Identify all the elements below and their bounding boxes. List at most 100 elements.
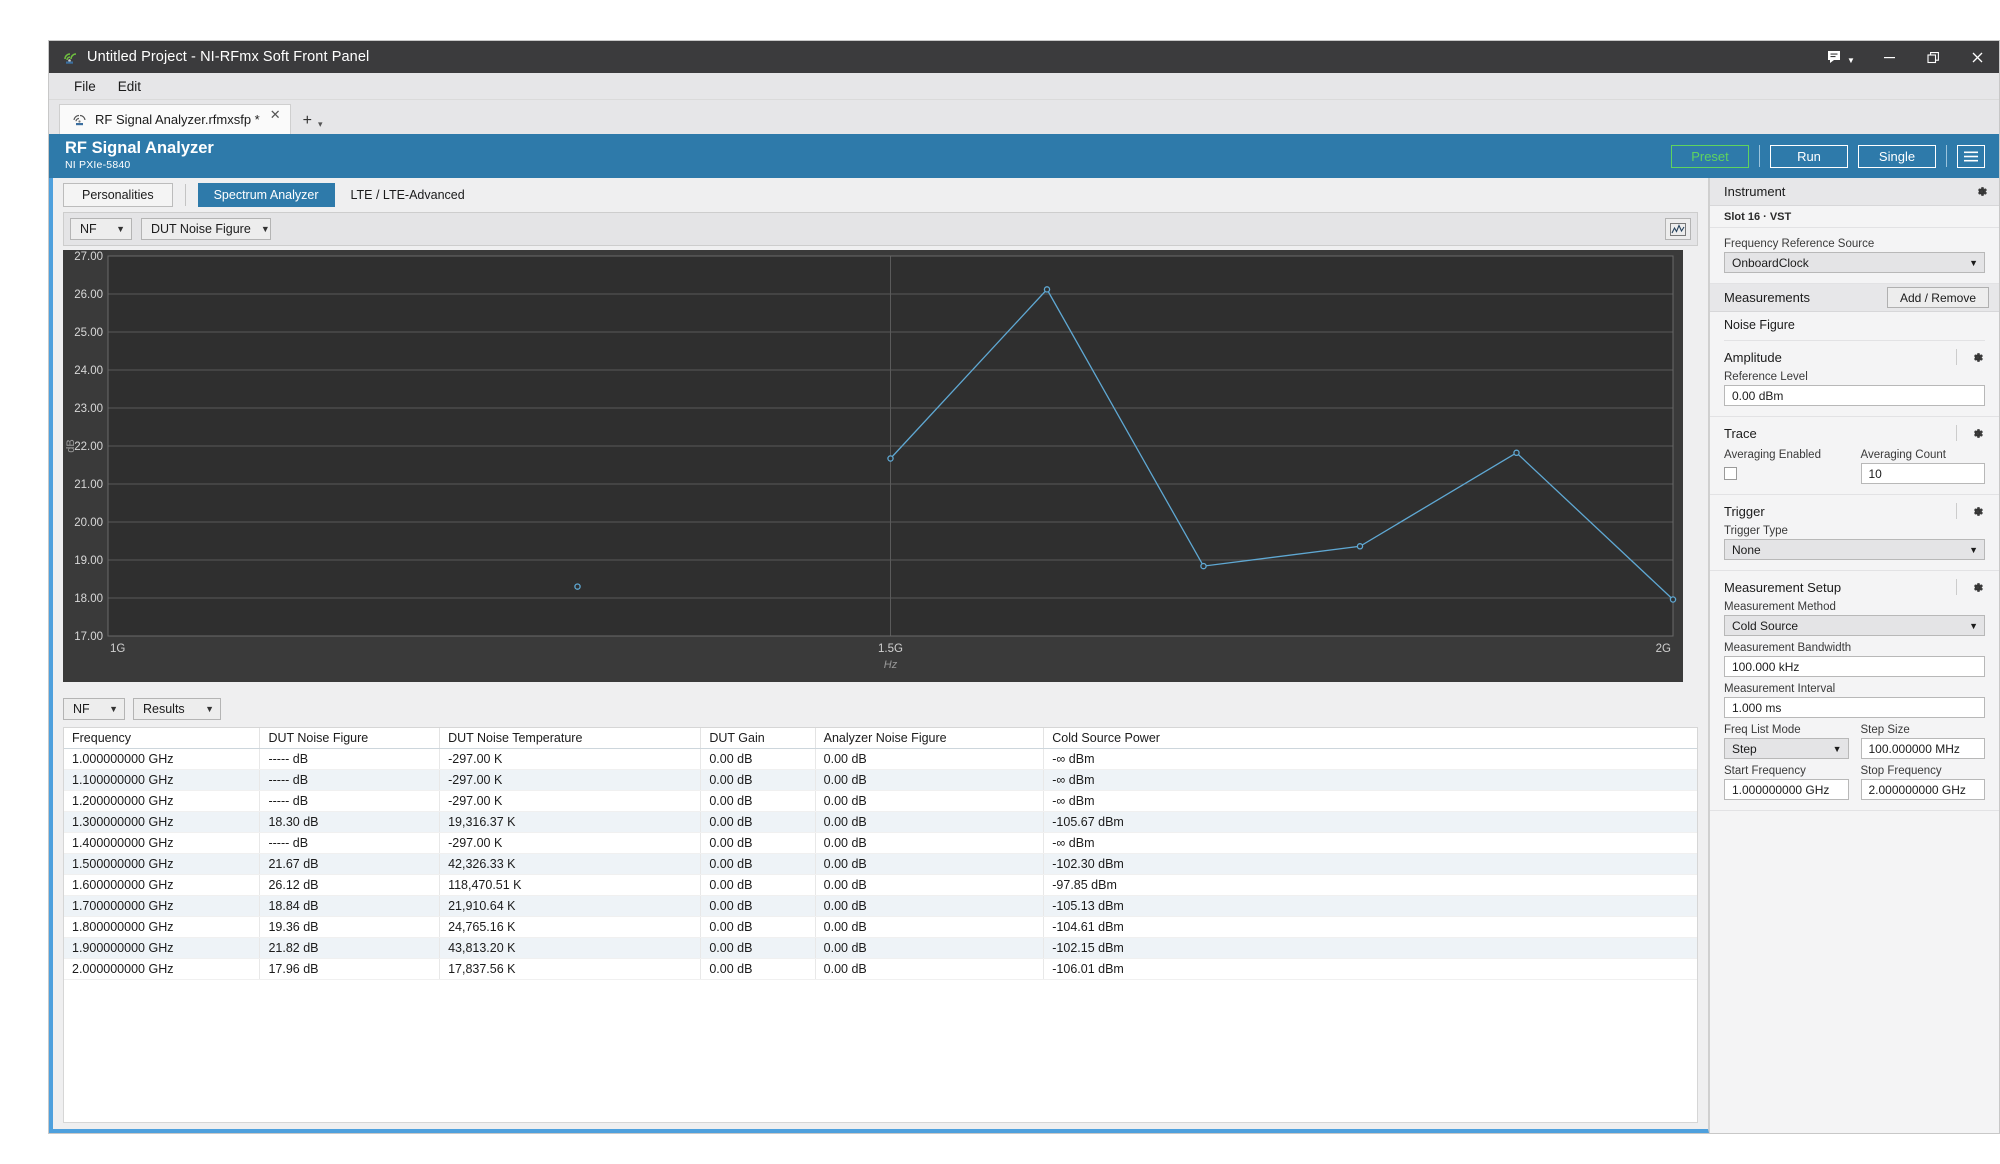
table-cell: 0.00 dB: [700, 937, 816, 959]
measurement-setup-header: Measurement Setup: [1724, 579, 1985, 595]
table-column-header[interactable]: DUT Gain: [700, 728, 816, 749]
measurement-setup-group: Measurement Setup Measurement Method Col…: [1710, 571, 1999, 811]
data-point: [1669, 596, 1677, 603]
menu-item-file[interactable]: File: [63, 76, 107, 97]
table-body: 1.000000000 GHz ----- dB -297.00 K 0.00 dB 0…: [64, 748, 1697, 980]
table-column-header[interactable]: DUT Noise Figure: [259, 728, 441, 749]
averaging-enabled-label: Averaging Enabled: [1724, 449, 1821, 461]
table-row[interactable]: 1.200000000 GHz ----- dB -297.00 K 0.00 dB 0…: [64, 790, 1697, 812]
x-axis-tick-label: 1G: [110, 643, 125, 655]
table-cell: -105.67 dBm: [1043, 811, 1697, 833]
document-tab[interactable]: RF Signal Analyzer.rfmxsfp * ✕: [59, 104, 291, 134]
waveform-graph-icon[interactable]: [1665, 218, 1691, 240]
chevron-down-icon: ▼: [1969, 257, 1978, 268]
table-column-header[interactable]: Frequency: [64, 728, 261, 749]
trigger-type-select[interactable]: None ▼: [1724, 539, 1985, 560]
table-cell: 0.00 dB: [815, 874, 1045, 896]
table-cell: 0.00 dB: [815, 853, 1045, 875]
measurements-section-header: Measurements Add / Remove: [1710, 284, 1999, 312]
table-row[interactable]: 1.500000000 GHz 21.67 dB 42,326.33 K 0.00 d…: [64, 853, 1697, 875]
table-row[interactable]: 1.000000000 GHz ----- dB -297.00 K 0.00 dB 0…: [64, 748, 1697, 770]
freq-list-mode-select[interactable]: Step ▼: [1724, 738, 1849, 759]
gear-icon[interactable]: [1973, 184, 1989, 200]
personalities-button[interactable]: Personalities: [63, 183, 173, 207]
hamburger-menu-icon[interactable]: [1957, 144, 1985, 168]
app-header: RF Signal Analyzer NI PXIe-5840 Preset R…: [49, 134, 1999, 178]
chevron-down-icon: ▼: [1832, 743, 1842, 754]
table-row[interactable]: 1.300000000 GHz 18.30 dB 19,316.37 K 0.00 d…: [64, 811, 1697, 833]
chevron-down-icon: ▼: [1969, 544, 1978, 555]
y-axis-tick-label: 20.00: [74, 517, 103, 529]
graph-measurement-select[interactable]: NF ▼: [70, 218, 132, 240]
feedback-icon[interactable]: ▼: [1815, 41, 1867, 73]
table-cell: 1.700000000 GHz: [64, 895, 261, 917]
table-cell: 21.82 dB: [259, 937, 441, 959]
table-cell: 0.00 dB: [815, 748, 1045, 770]
frequency-reference-source-select[interactable]: OnboardClock ▼: [1724, 252, 1985, 273]
graph-trace-select[interactable]: DUT Noise Figure ▼: [141, 218, 271, 240]
averaging-enabled-checkbox[interactable]: [1724, 467, 1737, 480]
table-cell: ----- dB: [259, 790, 441, 812]
table-row[interactable]: 1.900000000 GHz 21.82 dB 43,813.20 K 0.00 d…: [64, 937, 1697, 959]
gear-icon[interactable]: [1969, 425, 1985, 441]
gear-icon[interactable]: [1969, 579, 1985, 595]
start-frequency-field[interactable]: 1.000000000 GHz: [1724, 779, 1849, 800]
results-measurement-select[interactable]: NF ▼: [63, 698, 125, 720]
table-cell: 18.30 dB: [259, 811, 441, 833]
amplitude-group: Amplitude Reference Level 0.00 dBm: [1710, 341, 1999, 417]
chart-svg: 17.00 18.00 19.00 20.00 21.00 22.00 23.00 24.00…: [63, 250, 1683, 682]
close-tab-icon[interactable]: ✕: [267, 107, 284, 123]
chevron-down-icon[interactable]: ▾: [318, 119, 323, 130]
tab-lte-advanced[interactable]: LTE / LTE-Advanced: [335, 183, 481, 207]
measurement-interval-field[interactable]: 1.000 ms: [1724, 697, 1985, 718]
instrument-section-header: Instrument: [1710, 178, 1999, 206]
table-cell: 0.00 dB: [700, 895, 816, 917]
table-cell: 1.200000000 GHz: [64, 790, 261, 812]
table-cell: 24,765.16 K: [439, 916, 702, 938]
table-row[interactable]: 2.000000000 GHz 17.96 dB 17,837.56 K 0.00 d…: [64, 958, 1697, 980]
table-cell: -297.00 K: [439, 832, 702, 854]
run-button[interactable]: Run: [1770, 144, 1848, 168]
chevron-down-icon: ▼: [205, 704, 214, 714]
table-column-header[interactable]: Analyzer Noise Figure: [815, 728, 1045, 749]
trigger-header: Trigger: [1724, 503, 1985, 519]
preset-button[interactable]: Preset: [1671, 144, 1749, 168]
table-row[interactable]: 1.600000000 GHz 26.12 dB 118,470.51 K 0.00 …: [64, 874, 1697, 896]
restore-button[interactable]: [1911, 41, 1955, 73]
x-axis-tick-label: 1.5G: [878, 643, 903, 655]
results-view-select[interactable]: Results ▼: [133, 698, 221, 720]
single-button[interactable]: Single: [1858, 144, 1936, 168]
table-row[interactable]: 1.700000000 GHz 18.84 dB 21,910.64 K 0.00 d…: [64, 895, 1697, 917]
add-remove-button[interactable]: Add / Remove: [1886, 287, 1989, 308]
trace-label: Trace: [1724, 425, 1757, 441]
table-row[interactable]: 1.400000000 GHz ----- dB -297.00 K 0.00 dB 0…: [64, 832, 1697, 854]
personalities-row: Personalities Spectrum Analyzer LTE / LT…: [53, 178, 1708, 212]
noise-figure-chart[interactable]: 17.00 18.00 19.00 20.00 21.00 22.00 23.00 24.00…: [63, 250, 1698, 687]
table-column-header[interactable]: Cold Source Power: [1043, 728, 1697, 749]
minimize-button[interactable]: [1867, 41, 1911, 73]
new-tab-button[interactable]: + ▾: [291, 112, 333, 134]
reference-level-field[interactable]: 0.00 dBm: [1724, 385, 1985, 406]
data-point: [1200, 562, 1207, 570]
gear-icon[interactable]: [1969, 503, 1985, 519]
table-row[interactable]: 1.800000000 GHz 19.36 dB 24,765.16 K 0.00 d…: [64, 916, 1697, 938]
measurement-interval-label: Measurement Interval: [1724, 683, 1836, 695]
gear-icon[interactable]: [1969, 349, 1985, 365]
content-area: Personalities Spectrum Analyzer LTE / LT…: [49, 178, 1709, 1133]
measurement-method-select[interactable]: Cold Source ▼: [1724, 615, 1985, 636]
measurement-method-label: Measurement Method: [1724, 601, 1836, 613]
table-row[interactable]: 1.100000000 GHz ----- dB -297.00 K 0.00 dB 0…: [64, 769, 1697, 791]
table-cell: -297.00 K: [439, 769, 702, 791]
results-table-container[interactable]: Frequency DUT Noise Figure DUT Noise Tempe…: [63, 727, 1698, 1123]
tab-spectrum-analyzer[interactable]: Spectrum Analyzer: [197, 183, 335, 207]
trace-group: Trace Averaging Enabled Averaging Count …: [1710, 417, 1999, 495]
measurement-bandwidth-field[interactable]: 100.000 kHz: [1724, 656, 1985, 677]
stop-frequency-field[interactable]: 2.000000000 GHz: [1860, 779, 1985, 800]
table-cell: -∞ dBm: [1043, 832, 1697, 854]
instrument-slot-line: Slot 16 · VST: [1710, 206, 1999, 228]
close-button[interactable]: [1955, 41, 1999, 73]
averaging-count-field[interactable]: 10: [1860, 463, 1985, 484]
menu-item-edit[interactable]: Edit: [107, 76, 152, 97]
step-size-field[interactable]: 100.000000 MHz: [1860, 738, 1985, 759]
table-column-header[interactable]: DUT Noise Temperature: [439, 728, 702, 749]
